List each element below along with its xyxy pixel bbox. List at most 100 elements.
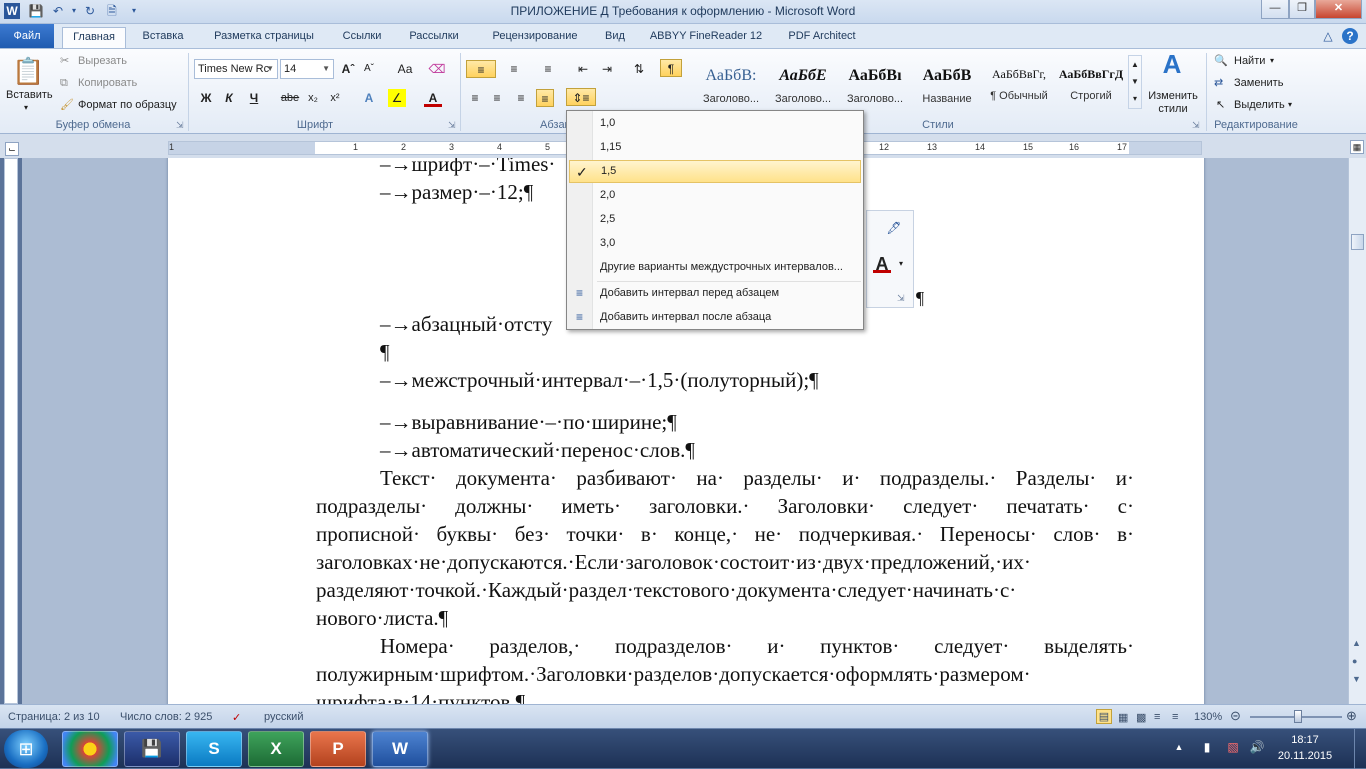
line-spacing-options-more[interactable]: Другие варианты междустрочных интервалов… [569, 256, 861, 279]
underline-button[interactable]: Ч [245, 89, 263, 107]
tab-mailings[interactable]: Рассылки [398, 27, 470, 48]
launcher-icon[interactable]: ⇲ [897, 293, 905, 304]
copy-button[interactable]: Копировать [78, 77, 137, 89]
vertical-scrollbar[interactable]: ▲ ● ▼ [1348, 158, 1366, 704]
show-formatting-marks-icon[interactable]: ¶ [660, 59, 682, 77]
restore-button[interactable]: ❐ [1289, 0, 1315, 19]
find-dropdown-icon[interactable]: ▾ [1270, 56, 1274, 65]
align-right-icon[interactable]: ≡ [512, 89, 530, 107]
font-color-icon[interactable]: A [424, 89, 442, 107]
change-case-button[interactable]: Аа [392, 60, 418, 78]
draft-view-icon[interactable]: ≡ [1172, 711, 1178, 723]
zoom-level[interactable]: 130% [1194, 711, 1222, 723]
paste-dropdown-icon[interactable]: ▾ [24, 103, 28, 112]
line-spacing-option-2-0[interactable]: 2,0 [569, 184, 861, 207]
line-spacing-option-1-15[interactable]: 1,15 [569, 136, 861, 159]
clear-formatting-icon[interactable]: ⌫ [428, 60, 446, 78]
vertical-ruler[interactable] [4, 158, 18, 704]
cut-button[interactable]: Вырезать [78, 55, 127, 67]
chevron-down-icon[interactable]: ▾ [899, 259, 903, 268]
style-normal[interactable]: АаБбВвГг, ¶ Обычный [984, 55, 1054, 109]
format-painter-button[interactable]: Формат по образцу [78, 99, 177, 111]
tab-review[interactable]: Рецензирование [480, 27, 590, 48]
replace-button[interactable]: Заменить [1234, 77, 1283, 89]
cut-icon[interactable]: ✂ [60, 54, 69, 67]
format-painter-icon[interactable]: 🖌 [60, 98, 74, 111]
sort-icon[interactable]: ⇅ [630, 60, 648, 78]
select-dropdown-icon[interactable]: ▾ [1288, 100, 1292, 109]
tab-insert[interactable]: Вставка [134, 27, 192, 48]
style-strong[interactable]: АаБбВвГгД Строгий [1056, 55, 1126, 109]
font-launcher-icon[interactable]: ⇲ [448, 120, 456, 131]
tray-expand-icon[interactable]: ▲ [1172, 742, 1186, 752]
clipboard-launcher-icon[interactable]: ⇲ [176, 120, 184, 131]
justify-icon[interactable]: ≡ [536, 89, 554, 107]
tab-file[interactable]: Файл [0, 24, 54, 48]
start-button-icon[interactable]: ⊞ [4, 730, 48, 768]
print-layout-view-icon[interactable]: ▤ [1096, 709, 1112, 724]
skype-taskbar-icon[interactable]: S [186, 731, 242, 767]
clock-time[interactable]: 18:17 [1270, 734, 1340, 746]
tab-references[interactable]: Ссылки [336, 27, 388, 48]
tab-abbyy[interactable]: ABBYY FineReader 12 [644, 27, 768, 48]
line-spacing-option-2-5[interactable]: 2,5 [569, 208, 861, 231]
italic-button[interactable]: К [220, 89, 238, 107]
line-spacing-option-1-0[interactable]: 1,0 [569, 112, 861, 135]
spelling-check-icon[interactable]: ✓ [232, 711, 241, 724]
styles-mini-icon[interactable]: 🖋 [885, 219, 903, 237]
scrollbar-thumb[interactable] [1351, 234, 1364, 250]
bold-button[interactable]: Ж [197, 89, 215, 107]
bullets-icon[interactable]: ≡ [466, 60, 496, 78]
close-button[interactable]: ✕ [1315, 0, 1362, 19]
font-color-mini-icon[interactable]: A [873, 255, 891, 273]
tab-view[interactable]: Вид [598, 27, 632, 48]
tab-home[interactable]: Главная [62, 27, 126, 48]
multilevel-list-icon[interactable]: ≡ [536, 60, 560, 78]
help-icon[interactable]: ? [1342, 28, 1358, 44]
decrease-indent-icon[interactable]: ⇤ [574, 60, 592, 78]
chrome-taskbar-icon[interactable] [62, 731, 118, 767]
tab-selector-icon[interactable]: ⌙ [5, 142, 19, 156]
excel-taskbar-icon[interactable]: X [248, 731, 304, 767]
font-size-combo[interactable]: 14 ▼ [280, 59, 334, 79]
view-ruler-icon[interactable]: ▦ [1350, 140, 1364, 154]
language-indicator[interactable]: русский [264, 711, 303, 723]
paste-button[interactable]: Вставить [6, 89, 53, 101]
font-name-combo[interactable]: Times New Rc ▼ [194, 59, 278, 79]
shrink-font-icon[interactable]: Aˇ [360, 60, 378, 78]
style-heading-3[interactable]: АаБбВı Заголово... [840, 55, 910, 109]
minimize-ribbon-icon[interactable]: △ [1320, 28, 1336, 44]
tab-page-layout[interactable]: Разметка страницы [204, 27, 324, 48]
numbering-icon[interactable]: ≡ [502, 60, 526, 78]
change-styles-icon[interactable]: A [1150, 51, 1194, 85]
increase-indent-icon[interactable]: ⇥ [598, 60, 616, 78]
web-layout-view-icon[interactable]: ▩ [1136, 711, 1146, 724]
word-taskbar-icon[interactable]: W [372, 731, 428, 767]
styles-scroll-icon[interactable]: ▲ ▼ ▾ [1128, 55, 1142, 109]
zoom-out-icon[interactable]: ⊝ [1230, 708, 1241, 724]
show-desktop-button[interactable] [1354, 729, 1366, 769]
style-title[interactable]: АаБбВ Название [912, 55, 982, 109]
word-count[interactable]: Число слов: 2 925 [120, 711, 212, 723]
minimize-button[interactable]: — [1261, 0, 1289, 19]
text-effects-icon[interactable]: A [360, 89, 378, 107]
highlight-icon[interactable]: ∠ [388, 89, 406, 107]
add-space-after-paragraph[interactable]: ≡ Добавить интервал после абзаца [569, 306, 861, 329]
strikethrough-button[interactable]: abe [278, 89, 302, 107]
change-styles-button[interactable]: Изменить стили [1146, 90, 1200, 116]
style-heading-2[interactable]: АаБбЕ Заголово... [768, 55, 838, 109]
line-spacing-icon[interactable]: ⇕≡ [566, 88, 596, 106]
zoom-in-icon[interactable]: ⊕ [1346, 708, 1357, 724]
clock-date[interactable]: 20.11.2015 [1270, 750, 1340, 762]
subscript-icon[interactable]: x₂ [304, 89, 322, 107]
zoom-slider-thumb[interactable] [1294, 710, 1302, 723]
line-spacing-option-1-5[interactable]: ✓ 1,5 [569, 160, 861, 183]
select-icon[interactable]: ↖ [1216, 98, 1225, 111]
copy-icon[interactable]: ⧉ [60, 77, 68, 90]
scroll-up-icon[interactable]: ▲ [1352, 638, 1361, 648]
line-spacing-option-3-0[interactable]: 3,0 [569, 232, 861, 255]
battery-icon[interactable]: ▧ [1224, 740, 1242, 754]
add-space-before-paragraph[interactable]: ≡ Добавить интервал перед абзацем [569, 282, 861, 305]
superscript-icon[interactable]: x² [326, 89, 344, 107]
find-icon[interactable]: 🔍 [1214, 54, 1228, 67]
